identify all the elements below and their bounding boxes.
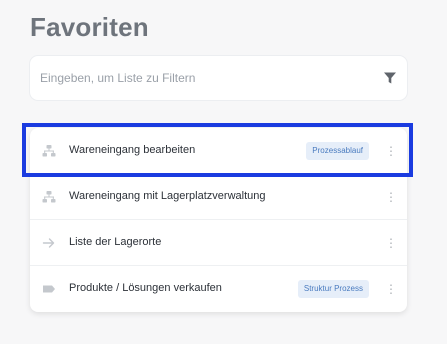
filter-box xyxy=(30,56,407,100)
process-icon xyxy=(42,191,56,203)
list-item-label: Produkte / Lösungen verkaufen xyxy=(69,282,222,294)
filter-icon[interactable] xyxy=(383,71,397,85)
list-item-label: Liste der Lagerorte xyxy=(69,236,162,248)
more-options-icon[interactable]: ⋮ xyxy=(385,235,397,251)
type-badge: Struktur Prozess xyxy=(297,280,369,298)
list-item[interactable]: Wareneingang bearbeiten Prozessablauf ⋮ xyxy=(30,128,407,174)
favorites-list: Wareneingang bearbeiten Prozessablauf ⋮ … xyxy=(30,128,407,312)
list-item-label: Wareneingang bearbeiten xyxy=(69,144,196,156)
tag-icon xyxy=(43,285,55,293)
list-item[interactable]: Produkte / Lösungen verkaufen Struktur P… xyxy=(30,266,407,312)
list-item-label: Wareneingang mit Lagerplatzverwaltung xyxy=(69,190,266,202)
more-options-icon[interactable]: ⋮ xyxy=(385,281,397,297)
type-badge: Prozessablauf xyxy=(306,142,369,160)
page-title: Favoriten xyxy=(30,12,149,42)
filter-input[interactable] xyxy=(30,56,360,100)
more-options-icon[interactable]: ⋮ xyxy=(385,189,397,205)
process-icon xyxy=(42,145,56,157)
arrow-right-icon xyxy=(42,238,55,248)
list-item[interactable]: Liste der Lagerorte ⋮ xyxy=(30,220,407,266)
list-item[interactable]: Wareneingang mit Lagerplatzverwaltung ⋮ xyxy=(30,174,407,220)
more-options-icon[interactable]: ⋮ xyxy=(385,143,397,159)
